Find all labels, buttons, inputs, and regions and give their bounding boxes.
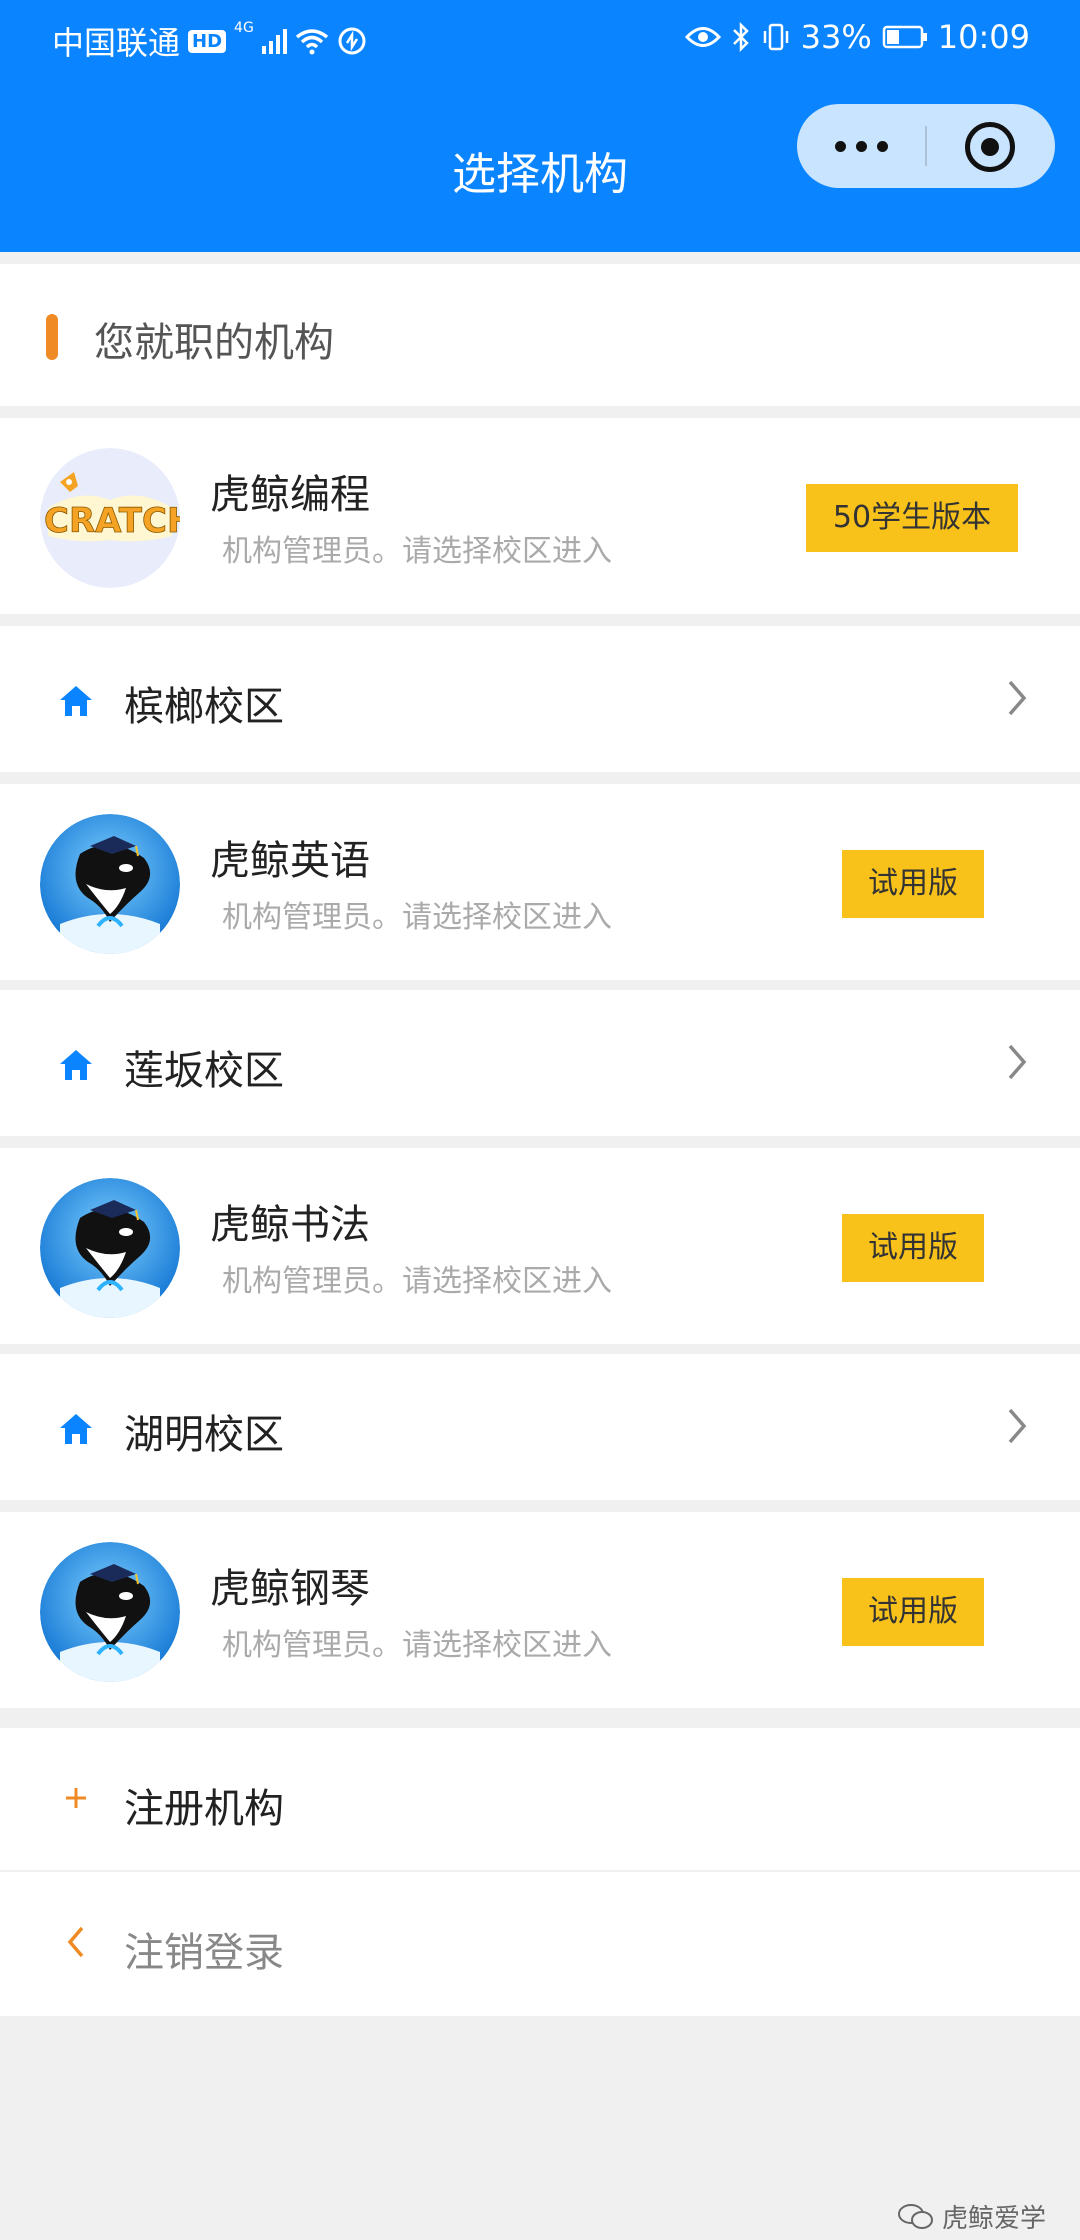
miniprogram-capsule <box>797 104 1055 188</box>
register-org-label: 注册机构 <box>124 1786 284 1832</box>
home-icon <box>60 686 92 716</box>
org-role-text: 机构管理员。请选择校区进入 <box>222 1628 612 1663</box>
battery-icon <box>882 25 927 49</box>
chevron-left-icon <box>67 1926 84 1958</box>
data-saver-icon <box>338 27 366 55</box>
home-icon <box>60 1050 92 1080</box>
org-name: 虎鲸编程 <box>210 472 370 518</box>
section-title: 您就职的机构 <box>94 320 334 366</box>
orca-logo-avatar <box>40 1542 180 1682</box>
chevron-right-icon <box>1008 680 1027 716</box>
scratch-logo-avatar: CRATCH <box>40 448 180 588</box>
svg-text:CRATCH: CRATCH <box>44 501 180 541</box>
orca-logo-avatar <box>40 1178 180 1318</box>
org-role-text: 机构管理员。请选择校区进入 <box>222 534 612 569</box>
plan-badge: 试用版 <box>842 850 984 918</box>
logout-label: 注销登录 <box>124 1930 284 1976</box>
wechat-watermark: 虎鲸爱学 <box>897 2198 1046 2235</box>
org-role-text: 机构管理员。请选择校区进入 <box>222 1264 612 1299</box>
eye-icon <box>684 27 721 47</box>
status-right: 33% 10:09 <box>684 18 1030 56</box>
network-label: 4G <box>234 20 254 36</box>
org-card-3[interactable]: 虎鲸书法 机构管理员。请选择校区进入 试用版 <box>0 1148 1080 1344</box>
vibrate-icon <box>763 23 788 51</box>
campus-name: 湖明校区 <box>124 1412 284 1458</box>
plan-badge: 50学生版本 <box>806 484 1018 552</box>
status-left: 中国联通 HD 4G <box>52 18 367 64</box>
org-name: 虎鲸书法 <box>210 1202 370 1248</box>
wifi-icon <box>295 29 328 55</box>
capsule-divider <box>925 126 927 166</box>
org-card-2[interactable]: 虎鲸英语 机构管理员。请选择校区进入 试用版 <box>0 784 1080 980</box>
battery-percent: 33% <box>800 18 872 56</box>
org-name: 虎鲸英语 <box>210 838 370 884</box>
app-header: 中国联通 HD 4G 33% 10:09 选择机构 <box>0 0 1080 252</box>
plan-badge: 试用版 <box>842 1214 984 1282</box>
campus-item-lianban[interactable]: 莲坂校区 <box>0 990 1080 1136</box>
campus-name: 莲坂校区 <box>124 1048 284 1094</box>
section-header: 您就职的机构 <box>0 264 1080 406</box>
status-bar: 中国联通 HD 4G 33% 10:09 <box>0 0 1080 80</box>
plan-badge: 试用版 <box>842 1578 984 1646</box>
campus-name: 槟榔校区 <box>124 684 284 730</box>
hd-badge: HD <box>188 29 227 53</box>
chevron-right-icon <box>1008 1044 1027 1080</box>
watermark-text: 虎鲸爱学 <box>941 2204 1046 2234</box>
close-miniprogram-button[interactable] <box>965 122 1015 172</box>
carrier-label: 中国联通 <box>52 24 181 62</box>
more-dot-icon <box>834 140 846 152</box>
orca-logo-avatar <box>40 814 180 954</box>
wechat-icon <box>897 2203 933 2229</box>
bluetooth-icon <box>732 22 749 52</box>
more-dot-icon <box>855 140 867 152</box>
chevron-right-icon <box>1008 1408 1027 1444</box>
cell-signal-icon <box>261 28 287 54</box>
org-card-1[interactable]: CRATCH 虎鲸编程 机构管理员。请选择校区进入 50学生版本 <box>0 418 1080 614</box>
register-org-button[interactable]: 注册机构 <box>0 1728 1080 1870</box>
campus-item-binglang[interactable]: 槟榔校区 <box>0 626 1080 772</box>
home-icon <box>60 1414 92 1444</box>
plus-icon <box>66 1788 86 1808</box>
clock: 10:09 <box>937 18 1030 56</box>
section-accent-bar <box>46 314 58 360</box>
more-button[interactable] <box>797 104 925 188</box>
logout-button[interactable]: 注销登录 <box>0 1872 1080 2016</box>
org-role-text: 机构管理员。请选择校区进入 <box>222 900 612 935</box>
more-dot-icon <box>876 140 888 152</box>
org-card-4[interactable]: 虎鲸钢琴 机构管理员。请选择校区进入 试用版 <box>0 1512 1080 1708</box>
campus-item-huming[interactable]: 湖明校区 <box>0 1354 1080 1500</box>
org-name: 虎鲸钢琴 <box>210 1566 370 1612</box>
